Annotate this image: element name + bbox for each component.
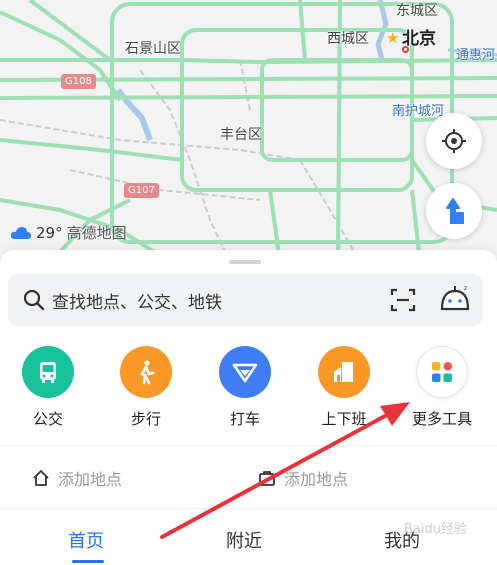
locate-button[interactable] — [426, 113, 482, 169]
tool-taxi-label: 打车 — [229, 410, 260, 428]
weather-badge[interactable]: 29° 高德地图 — [10, 222, 127, 243]
map-label-tonghui-river: 通惠河 — [456, 48, 496, 63]
route-button[interactable] — [426, 183, 482, 239]
map-view[interactable]: 东城区 西城区 ★ 北京 石景山区 丰台区 通惠河 南护城河 G108 G107… — [0, 0, 497, 262]
map-label-nanhu-river: 南护城河 — [392, 104, 445, 119]
drag-handle[interactable] — [229, 260, 261, 264]
grid-icon — [432, 362, 452, 382]
highway-shield-g108: G108 — [61, 74, 96, 89]
map-label-fengtai: 丰台区 — [220, 127, 262, 143]
briefcase-icon — [259, 471, 275, 486]
quick-add-home-label: 添加地点 — [58, 470, 123, 489]
tool-walk-label: 步行 — [130, 410, 161, 428]
tool-walk[interactable]: 步行 — [106, 346, 186, 429]
map-brand-logo: 高德地图 — [66, 224, 127, 242]
map-label-beijing: 北京 — [402, 29, 436, 49]
watermark-logo: Baidu经验 — [404, 522, 467, 537]
bus-icon — [40, 362, 56, 383]
tool-more[interactable]: 更多工具 — [402, 346, 482, 429]
nav-tab-nearby[interactable]: 附近 — [226, 527, 262, 553]
tool-bus-label: 公交 — [32, 410, 63, 428]
weather-temperature: 29° — [36, 223, 63, 242]
search-icon — [23, 289, 45, 311]
highway-shield-g107: G107 — [124, 183, 159, 198]
commute-icon — [334, 362, 353, 382]
tool-bus[interactable]: 公交 — [8, 346, 88, 429]
search-bar[interactable]: 查找地点、公交、地铁 z — [8, 274, 483, 326]
locate-crosshair-icon — [442, 129, 466, 153]
tool-taxi-circle — [219, 346, 271, 398]
tool-commute-label: 上下班 — [321, 410, 367, 428]
search-placeholder[interactable]: 查找地点、公交、地铁 — [52, 288, 222, 313]
quick-add-work-label: 添加地点 — [284, 470, 349, 489]
scan-icon[interactable] — [390, 287, 416, 313]
divider — [0, 446, 497, 447]
tool-commute[interactable]: 上下班 — [304, 346, 384, 429]
svg-text:z: z — [464, 285, 467, 292]
tool-walk-circle — [120, 346, 172, 398]
quick-add-home[interactable]: 添加地点 — [32, 466, 122, 490]
quick-add-work[interactable]: 添加地点 — [258, 466, 348, 490]
home-icon — [33, 470, 49, 486]
tool-commute-circle — [318, 346, 370, 398]
tool-taxi[interactable]: 打车 — [205, 346, 285, 429]
route-turn-arrow-icon — [446, 198, 464, 224]
tool-more-label: 更多工具 — [411, 410, 472, 428]
capital-dot-icon — [402, 46, 409, 53]
walk-icon — [140, 360, 155, 385]
capital-star-icon: ★ — [386, 29, 400, 47]
map-label-dongcheng: 东城区 — [396, 3, 438, 19]
taxi-icon — [232, 363, 258, 383]
voice-assistant-icon[interactable]: z — [438, 283, 472, 315]
tool-bus-circle — [22, 346, 74, 398]
nav-tab-home[interactable]: 首页 — [68, 527, 104, 553]
cloud-icon — [10, 226, 31, 239]
map-label-shijingshan: 石景山区 — [125, 41, 181, 57]
nav-active-indicator — [72, 560, 104, 563]
map-label-xicheng: 西城区 — [327, 31, 369, 47]
tool-more-circle — [416, 346, 468, 398]
